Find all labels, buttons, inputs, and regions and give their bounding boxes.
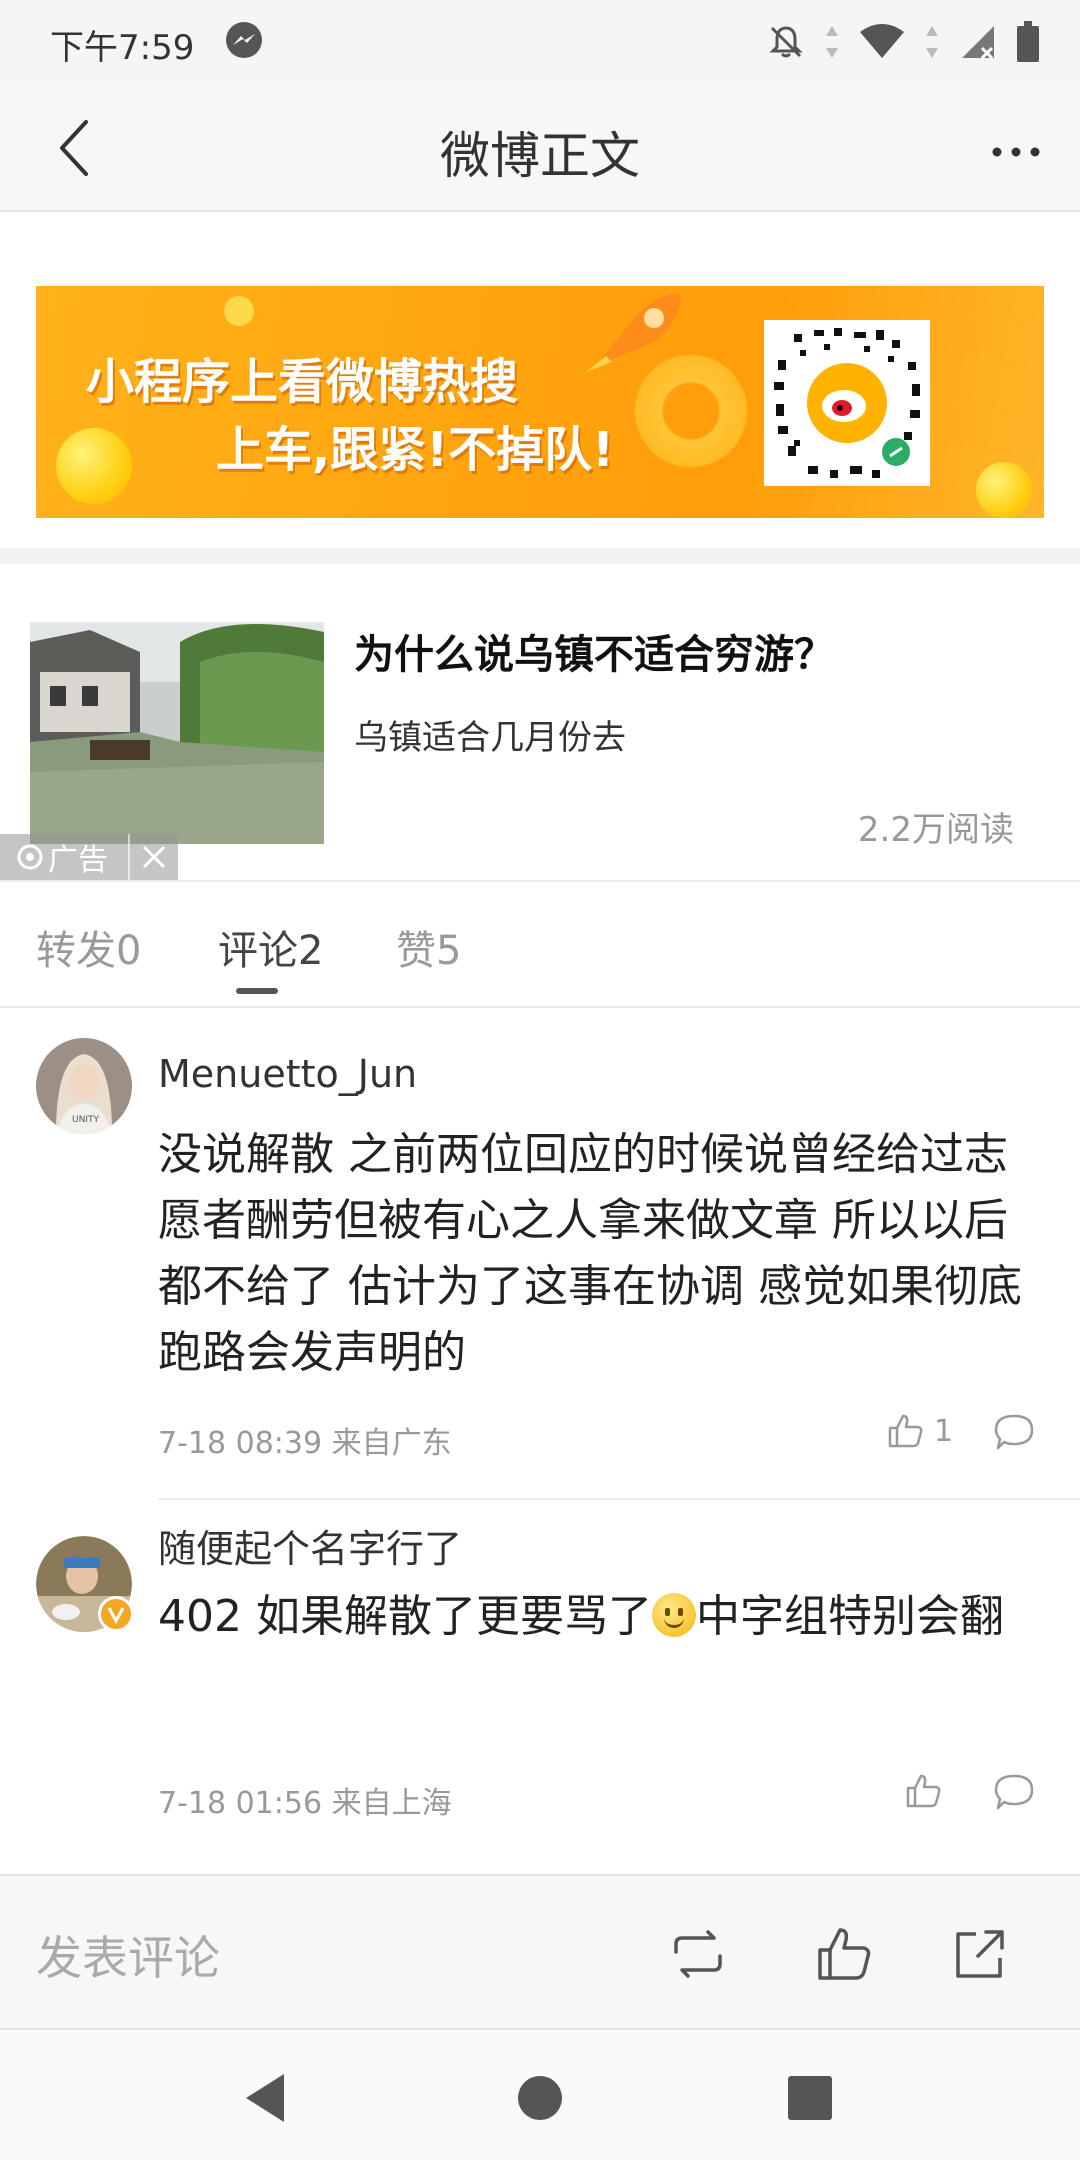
- speech-bubble-icon: [994, 1774, 1034, 1810]
- ad-card[interactable]: 为什么说乌镇不适合穷游？ 乌镇适合几月份去 2.2万阅读 广告: [0, 580, 1080, 882]
- data-arrows-icon: [824, 22, 840, 62]
- ad-read-count: 2.2万阅读: [857, 810, 1014, 850]
- status-time: 下午7:59: [50, 28, 195, 68]
- comment-text-part-1: 402 如果解散了更要骂了: [158, 1591, 652, 1642]
- ad-tag: 广告: [0, 834, 178, 880]
- ad-thumbnail: [30, 622, 324, 844]
- thumbs-up-icon: [818, 1928, 871, 1980]
- ad-close-button[interactable]: [128, 834, 178, 880]
- close-icon: [142, 845, 166, 869]
- comment-item: UNITY Menuetto_Jun 没说解散 之前两位回应的时候说曾经给过志愿…: [0, 1010, 1080, 1500]
- banner-line-2: 上车,跟紧!不掉队!: [216, 422, 615, 478]
- comment-text-2: 402 如果解散了更要骂了 中字组特别会翻: [158, 1584, 1048, 1650]
- decor-ball-2: [976, 462, 1032, 518]
- system-recents-button[interactable]: [782, 2070, 838, 2126]
- comment-input[interactable]: 发表评论: [36, 1922, 220, 1988]
- avatar-2[interactable]: [36, 1536, 134, 1632]
- ad-target-icon: [17, 844, 43, 870]
- tab-comments[interactable]: 评论2: [218, 918, 323, 976]
- comment-meta: 7-18 08:39 来自广东: [158, 1426, 452, 1461]
- page-title: 微博正文: [440, 127, 640, 185]
- comment-reply-button[interactable]: [992, 1410, 1036, 1454]
- data-arrows-icon-2: [924, 22, 940, 62]
- tab-active-indicator: [236, 988, 278, 994]
- decor-ball: [56, 428, 132, 504]
- like-count: 1: [934, 1413, 954, 1449]
- system-back-button[interactable]: [238, 2070, 294, 2126]
- share-button[interactable]: [948, 1922, 1012, 1986]
- comment-username-2[interactable]: 随便起个名字行了: [158, 1518, 462, 1573]
- system-navigation-bar: [0, 2032, 1080, 2160]
- tab-likes[interactable]: 赞5: [396, 918, 461, 976]
- svg-text:UNITY: UNITY: [72, 1115, 99, 1125]
- comment-username[interactable]: Menuetto_Jun: [158, 1052, 417, 1096]
- ad-subtitle: 乌镇适合几月份去: [354, 718, 626, 758]
- repost-button[interactable]: [666, 1922, 730, 1986]
- comment-item-2: 随便起个名字行了 402 如果解散了更要骂了 中字组特别会翻 7-18 01:56…: [0, 1500, 1080, 1872]
- ad-label: 广告: [48, 843, 108, 878]
- triangle-back-icon: [246, 2074, 284, 2122]
- tab-reposts[interactable]: 转发0: [36, 918, 141, 976]
- comment-like-button-2[interactable]: [904, 1772, 952, 1810]
- verified-badge-icon: [98, 1596, 134, 1632]
- nav-bar: 微博正文: [0, 84, 1080, 212]
- comment-like-button[interactable]: 1: [886, 1412, 953, 1450]
- banner-line-1: 小程序上看微博热搜: [86, 354, 519, 410]
- notifications-off-icon: [766, 22, 806, 62]
- cell-signal-icon: [958, 22, 998, 62]
- banner-section: 小程序上看微博热搜 上车,跟紧!不掉队!: [0, 212, 1080, 564]
- rocket-icon: [586, 293, 682, 372]
- system-home-button[interactable]: [512, 2070, 568, 2126]
- comment-reply-button-2[interactable]: [992, 1770, 1036, 1814]
- more-options-button[interactable]: [978, 114, 1054, 190]
- thumbs-up-icon: [906, 1774, 941, 1808]
- ad-title[interactable]: 为什么说乌镇不适合穷游？: [354, 622, 834, 680]
- tab-bar: 转发0 评论2 赞5: [0, 884, 1080, 1008]
- like-post-button[interactable]: [812, 1922, 876, 1986]
- thumbs-up-icon: [888, 1414, 923, 1448]
- qr-code: [764, 320, 930, 486]
- comment-meta-2: 7-18 01:56 来自上海: [158, 1786, 452, 1821]
- repost-icon: [674, 1930, 722, 1978]
- avatar[interactable]: UNITY: [36, 1038, 132, 1134]
- share-icon: [956, 1930, 1004, 1978]
- speech-bubble-icon: [994, 1414, 1034, 1450]
- bottom-action-bar: 发表评论: [0, 1874, 1080, 2030]
- comment-text: 没说解散 之前两位回应的时候说曾经给过志愿者酬劳但被有心之人拿来做文章 所以以后…: [158, 1129, 1022, 1378]
- mini-program-banner[interactable]: 小程序上看微博热搜 上车,跟紧!不掉队!: [36, 286, 1044, 518]
- battery-icon: [1016, 21, 1040, 63]
- status-bar: 下午7:59: [0, 0, 1080, 84]
- messenger-icon: [224, 20, 264, 60]
- smile-emoji-icon: [651, 1593, 696, 1637]
- comment-text-part-2: 中字组特别会翻: [695, 1591, 1004, 1642]
- square-recents-icon: [788, 2076, 832, 2120]
- circle-home-icon: [518, 2076, 562, 2120]
- more-dots-icon: [992, 147, 1040, 157]
- decor-dot: [224, 296, 254, 326]
- wifi-icon: [858, 22, 906, 62]
